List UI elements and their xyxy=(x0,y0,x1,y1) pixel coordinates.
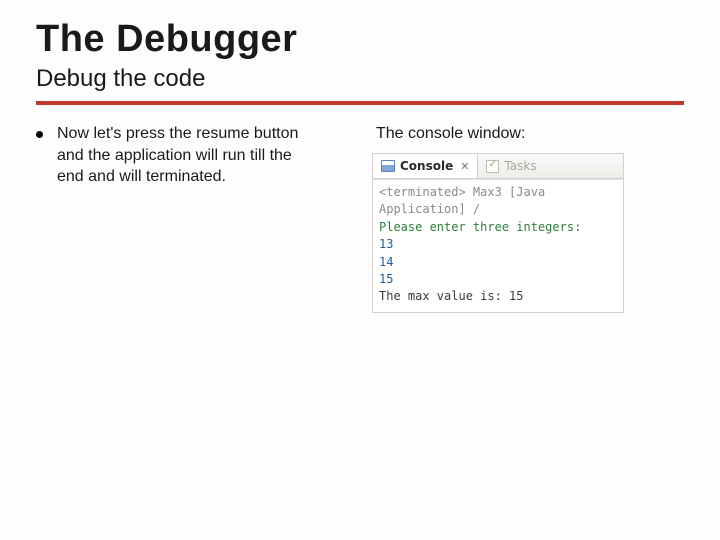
bullet-dot-icon xyxy=(36,131,43,138)
right-column: The console window: Console ✕ Tasks <ter xyxy=(372,123,684,313)
console-header-line: <terminated> Max3 [Java Application] / xyxy=(379,184,617,219)
console-result-line: The max value is: 15 xyxy=(379,288,617,305)
console-input-line: 14 xyxy=(379,254,617,271)
tab-console[interactable]: Console ✕ xyxy=(373,154,478,178)
console-caption: The console window: xyxy=(376,125,684,143)
console-prompt-line: Please enter three integers: xyxy=(379,219,617,236)
console-input-line: 13 xyxy=(379,236,617,253)
console-panel: Console ✕ Tasks <terminated> Max3 [Java … xyxy=(372,153,624,313)
tab-strip: Console ✕ Tasks xyxy=(373,154,623,179)
console-icon xyxy=(381,160,395,172)
console-input-line: 15 xyxy=(379,271,617,288)
slide: The Debugger Debug the code Now let's pr… xyxy=(0,0,720,540)
tab-tasks-label: Tasks xyxy=(504,159,536,173)
slide-body: Now let's press the resume button and th… xyxy=(36,123,684,313)
bullet-text: Now let's press the resume button and th… xyxy=(57,123,317,188)
tab-tasks[interactable]: Tasks xyxy=(478,154,544,178)
close-icon[interactable]: ✕ xyxy=(460,160,469,173)
slide-subtitle: Debug the code xyxy=(36,65,684,93)
accent-line xyxy=(36,101,684,105)
left-column: Now let's press the resume button and th… xyxy=(36,123,348,313)
bullet-item: Now let's press the resume button and th… xyxy=(36,123,348,188)
console-output-area: <terminated> Max3 [Java Application] / P… xyxy=(373,180,623,312)
slide-title: The Debugger xyxy=(36,18,684,61)
tab-console-label: Console xyxy=(400,159,453,173)
tasks-icon xyxy=(486,160,499,173)
